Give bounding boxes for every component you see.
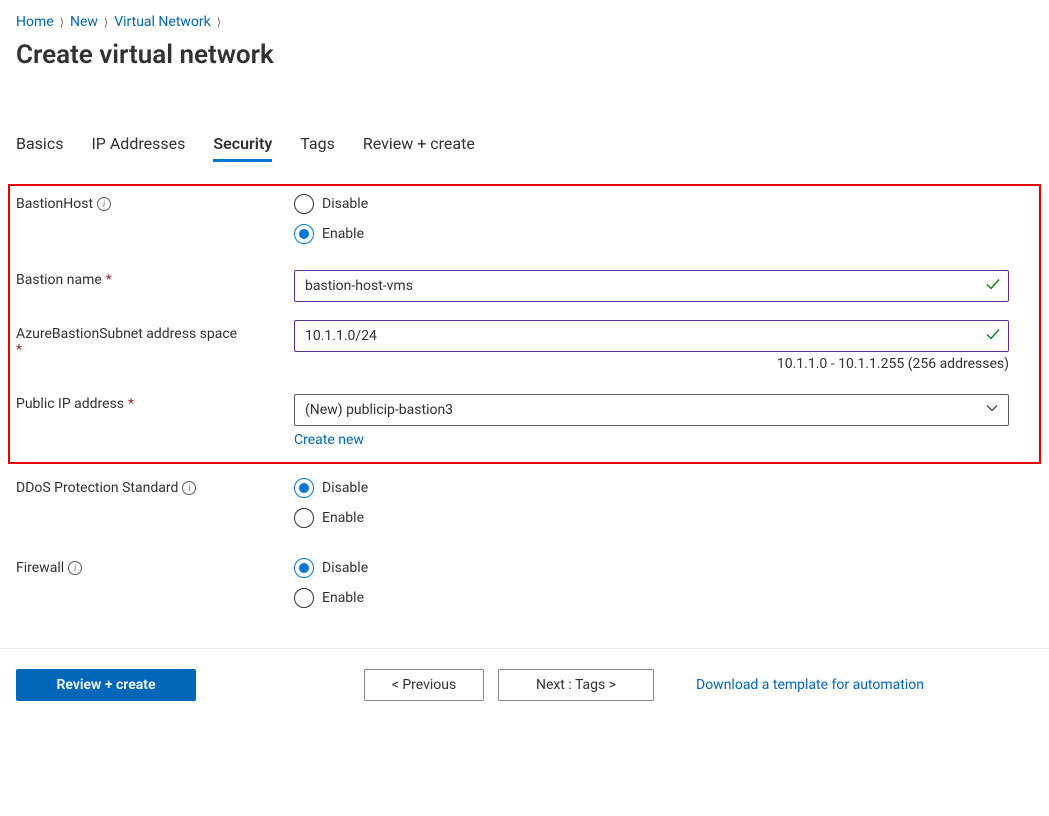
- tab-basics[interactable]: Basics: [16, 134, 63, 162]
- page-title: Create virtual network: [16, 40, 1033, 70]
- chevron-right-icon: ⟩: [104, 16, 108, 29]
- public-ip-select[interactable]: (New) publicip-bastion3: [294, 394, 1009, 426]
- bastion-host-disable-radio[interactable]: Disable: [294, 194, 1009, 214]
- bastion-highlight-box: BastionHost i Disable Enable Bastion nam…: [8, 184, 1041, 464]
- info-icon[interactable]: i: [68, 561, 82, 575]
- ddos-disable-radio[interactable]: Disable: [294, 478, 1009, 498]
- chevron-down-icon: [986, 402, 998, 418]
- info-icon[interactable]: i: [97, 197, 111, 211]
- firewall-label: Firewall i: [16, 558, 294, 576]
- radio-icon: [294, 194, 314, 214]
- radio-checked-icon: [294, 478, 314, 498]
- bastion-name-input[interactable]: [294, 270, 1009, 302]
- bastion-name-row: Bastion name *: [16, 270, 1033, 302]
- tab-ip-addresses[interactable]: IP Addresses: [91, 134, 185, 162]
- create-new-public-ip-link[interactable]: Create new: [294, 432, 364, 448]
- ddos-label: DDoS Protection Standard i: [16, 478, 294, 496]
- info-icon[interactable]: i: [182, 481, 196, 495]
- public-ip-row: Public IP address * (New) publicip-basti…: [16, 394, 1033, 448]
- tab-security[interactable]: Security: [213, 134, 272, 162]
- public-ip-label: Public IP address *: [16, 394, 294, 412]
- bastion-name-label: Bastion name *: [16, 270, 294, 288]
- bastion-host-label: BastionHost i: [16, 194, 294, 212]
- firewall-row: Firewall i Disable Enable: [16, 558, 1033, 608]
- required-asterisk: *: [16, 342, 22, 358]
- breadcrumb-virtual-network[interactable]: Virtual Network: [114, 14, 211, 30]
- chevron-right-icon: ⟩: [60, 16, 64, 29]
- firewall-radio-group: Disable Enable: [294, 558, 1009, 608]
- firewall-enable-radio[interactable]: Enable: [294, 588, 1009, 608]
- bastion-host-row: BastionHost i Disable Enable: [16, 194, 1033, 244]
- required-asterisk: *: [106, 272, 112, 288]
- bastion-subnet-helper: 10.1.1.0 - 10.1.1.255 (256 addresses): [294, 356, 1009, 372]
- download-template-link[interactable]: Download a template for automation: [696, 677, 924, 693]
- breadcrumb-new[interactable]: New: [70, 14, 98, 30]
- tab-review-create[interactable]: Review + create: [363, 134, 475, 162]
- firewall-disable-radio[interactable]: Disable: [294, 558, 1009, 578]
- footer-divider: [0, 648, 1049, 649]
- tab-list: Basics IP Addresses Security Tags Review…: [16, 134, 1033, 162]
- breadcrumb-home[interactable]: Home: [16, 14, 54, 30]
- radio-checked-icon: [294, 224, 314, 244]
- chevron-right-icon: ⟩: [217, 16, 221, 29]
- radio-checked-icon: [294, 558, 314, 578]
- footer-bar: Review + create < Previous Next : Tags >…: [16, 669, 1033, 701]
- ddos-enable-radio[interactable]: Enable: [294, 508, 1009, 528]
- checkmark-icon: [985, 276, 1001, 296]
- previous-button[interactable]: < Previous: [364, 669, 484, 701]
- tab-tags[interactable]: Tags: [300, 134, 335, 162]
- next-button[interactable]: Next : Tags >: [498, 669, 654, 701]
- bastion-host-radio-group: Disable Enable: [294, 194, 1009, 244]
- ddos-row: DDoS Protection Standard i Disable Enabl…: [16, 478, 1033, 528]
- checkmark-icon: [985, 326, 1001, 346]
- breadcrumb: Home ⟩ New ⟩ Virtual Network ⟩: [16, 14, 1033, 30]
- radio-icon: [294, 588, 314, 608]
- bastion-host-enable-radio[interactable]: Enable: [294, 224, 1009, 244]
- bastion-subnet-input[interactable]: [294, 320, 1009, 352]
- bastion-subnet-label: AzureBastionSubnet address space *: [16, 320, 294, 358]
- bastion-subnet-row: AzureBastionSubnet address space * 10.1.…: [16, 320, 1033, 372]
- radio-icon: [294, 508, 314, 528]
- review-create-button[interactable]: Review + create: [16, 669, 196, 701]
- ddos-radio-group: Disable Enable: [294, 478, 1009, 528]
- required-asterisk: *: [128, 396, 134, 412]
